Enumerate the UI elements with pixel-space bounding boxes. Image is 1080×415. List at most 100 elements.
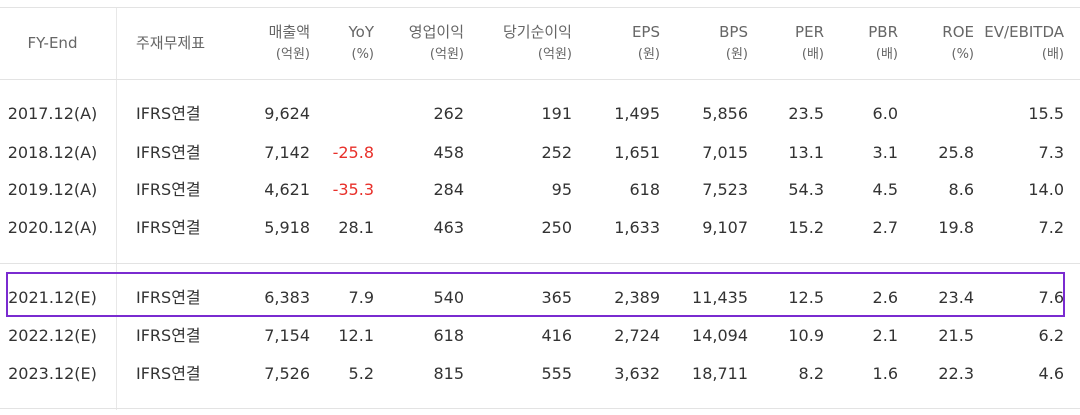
cell-bps: 14,094 [692, 326, 748, 345]
cell-bps: 9,107 [702, 218, 748, 237]
top-border [0, 7, 1080, 8]
cell-sales: 4,621 [264, 180, 310, 199]
header-unit: (배) [801, 47, 824, 62]
cell-per: 54.3 [788, 180, 824, 199]
cell-eps: 3,632 [614, 364, 660, 383]
cell-bps: 18,711 [692, 364, 748, 383]
cell-ev: 6.2 [1038, 326, 1064, 345]
cell-eps: 1,651 [614, 143, 660, 162]
header-label: ROE [942, 23, 974, 41]
header-label: PBR [868, 23, 898, 41]
header-unit: (%) [351, 47, 375, 62]
cell-sales: 9,624 [264, 104, 310, 123]
cell-op: 463 [433, 218, 464, 237]
header-ev: EV/EBITDA (배) [980, 22, 1064, 65]
cell-op: 618 [433, 326, 464, 345]
header-sales: 매출액 (억원) [210, 22, 310, 65]
header-label: YoY [348, 23, 374, 41]
cell-sales: 5,918 [264, 218, 310, 237]
header-net: 당기순이익 (억원) [470, 22, 572, 65]
header-unit: (원) [725, 47, 748, 62]
cell-per: 8.2 [798, 364, 824, 383]
cell-yoy: -35.3 [332, 180, 374, 199]
header-unit: (억원) [537, 47, 572, 62]
cell-net: 191 [541, 104, 572, 123]
header-fy: FY-End [0, 33, 105, 53]
cell-fy: 2023.12(E) [8, 364, 97, 383]
cell-roe: 21.5 [938, 326, 974, 345]
cell-roe: 19.8 [938, 218, 974, 237]
cell-net: 416 [541, 326, 572, 345]
cell-per: 10.9 [788, 326, 824, 345]
cell-pbr: 6.0 [872, 104, 898, 123]
bottom-border [0, 408, 1080, 409]
cell-pbr: 3.1 [872, 143, 898, 162]
header-roe: ROE (%) [900, 22, 974, 65]
cell-net: 555 [541, 364, 572, 383]
header-unit: (배) [1041, 47, 1064, 62]
header-yoy: YoY (%) [300, 22, 374, 65]
cell-pbr: 1.6 [872, 364, 898, 383]
header-per: PER (배) [750, 22, 824, 65]
cell-eps: 2,724 [614, 326, 660, 345]
header-label: BPS [719, 23, 748, 41]
cell-sales: 7,142 [264, 143, 310, 162]
column-divider [116, 8, 117, 410]
cell-per: 23.5 [788, 104, 824, 123]
cell-eps: 1,495 [614, 104, 660, 123]
cell-op: 458 [433, 143, 464, 162]
header-unit: (%) [951, 47, 975, 62]
cell-fy: 2018.12(A) [7, 143, 98, 162]
cell-eps: 618 [629, 180, 660, 199]
cell-net: 252 [541, 143, 572, 162]
header-label: 영업이익 [408, 23, 464, 41]
cell-yoy: 28.1 [338, 218, 374, 237]
cell-pbr: 2.1 [872, 326, 898, 345]
cell-fy: 2022.12(E) [8, 326, 97, 345]
header-label: PER [795, 23, 824, 41]
cell-roe: 22.3 [938, 364, 974, 383]
cell-roe: 25.8 [938, 143, 974, 162]
header-label: FY-End [27, 34, 78, 52]
cell-sales: 7,154 [264, 326, 310, 345]
cell-net: 250 [541, 218, 572, 237]
cell-bps: 7,523 [702, 180, 748, 199]
header-unit: (억원) [275, 47, 310, 62]
header-divider [0, 79, 1080, 80]
header-unit: (원) [637, 47, 660, 62]
cell-yoy: -25.8 [332, 143, 374, 162]
cell-eps: 1,633 [614, 218, 660, 237]
header-unit: (억원) [429, 47, 464, 62]
cell-ev: 15.5 [1028, 104, 1064, 123]
cell-fy: 2020.12(A) [7, 218, 98, 237]
header-label: EV/EBITDA [984, 23, 1064, 41]
cell-yoy: 12.1 [338, 326, 374, 345]
header-label: 주재무제표 [136, 34, 206, 52]
cell-net: 95 [551, 180, 572, 199]
cell-pbr: 4.5 [872, 180, 898, 199]
cell-ev: 4.6 [1038, 364, 1064, 383]
financial-summary-table: FY-End 주재무제표 매출액 (억원) YoY (%) 영업이익 (억원) 당기순이익 (억원… [0, 0, 1080, 415]
header-label: 당기순이익 [502, 23, 572, 41]
header-bps: BPS (원) [670, 22, 748, 65]
cell-op: 284 [433, 180, 464, 199]
header-label: EPS [631, 23, 660, 41]
header-pbr: PBR (배) [830, 22, 898, 65]
cell-pbr: 2.7 [872, 218, 898, 237]
cell-ev: 7.2 [1038, 218, 1064, 237]
cell-sales: 7,526 [264, 364, 310, 383]
cell-op: 262 [433, 104, 464, 123]
cell-ev: 7.3 [1038, 143, 1064, 162]
cell-ev: 14.0 [1028, 180, 1064, 199]
header-eps: EPS (원) [580, 22, 660, 65]
cell-per: 15.2 [788, 218, 824, 237]
cell-yoy: 5.2 [348, 364, 374, 383]
cell-bps: 7,015 [702, 143, 748, 162]
cell-fy: 2017.12(A) [7, 104, 98, 123]
header-op: 영업이익 (억원) [380, 22, 464, 65]
highlight-box-2021 [6, 272, 1065, 317]
cell-fy: 2019.12(A) [7, 180, 98, 199]
cell-op: 815 [433, 364, 464, 383]
header-unit: (배) [875, 47, 898, 62]
cell-per: 13.1 [788, 143, 824, 162]
